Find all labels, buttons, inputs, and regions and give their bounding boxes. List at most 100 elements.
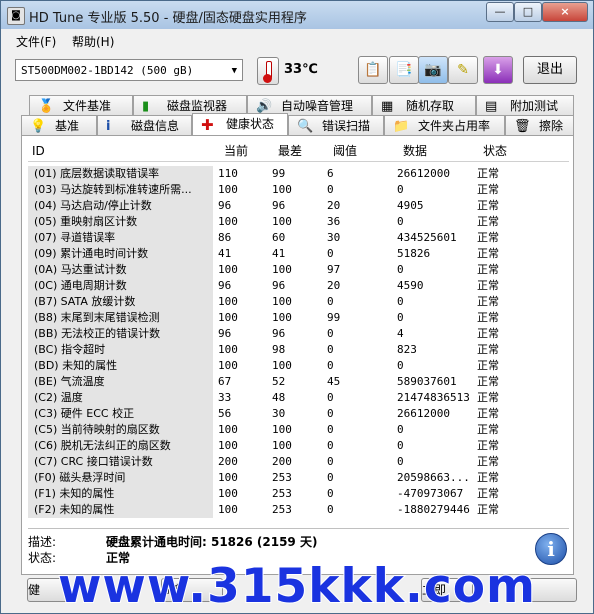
screenshot-button[interactable]: 📷 xyxy=(418,56,448,84)
menu-file[interactable]: 文件(F) xyxy=(16,33,56,50)
table-row[interactable]: (BB) 无法校正的错误计数 96 96 0 4 正常 xyxy=(28,326,569,342)
worst-value-cell: 100 xyxy=(272,359,292,372)
temperature-readout: 33℃ xyxy=(284,62,318,77)
current-value-cell: 100 xyxy=(218,439,238,452)
table-row[interactable]: (04) 马达启动/停止计数 96 96 20 4905 正常 xyxy=(28,198,569,214)
status-cell: 正常 xyxy=(477,263,499,276)
tab-erase[interactable]: 🗑 擦除 xyxy=(505,115,574,135)
tab-label: 随机存取 xyxy=(406,99,455,113)
attribute-name-cell: (BD) 未知的属性 xyxy=(28,358,213,374)
tab-random-access[interactable]: ▦ 随机存取 xyxy=(372,95,476,115)
raw-data-cell: 0 xyxy=(397,423,404,436)
extra-tests-icon: ▤ xyxy=(485,99,498,114)
info-icon: i xyxy=(106,119,111,134)
worst-value-cell: 200 xyxy=(272,455,292,468)
header-id[interactable]: ID xyxy=(32,142,45,160)
exit-button[interactable]: 退出 xyxy=(523,56,577,84)
attribute-name-cell: (09) 累计通电时间计数 xyxy=(28,246,213,262)
table-row[interactable]: (03) 马达旋转到标准转速所需... 100 100 0 0 正常 xyxy=(28,182,569,198)
status-cell: 正常 xyxy=(477,215,499,228)
raw-data-cell: 0 xyxy=(397,295,404,308)
table-row[interactable]: (05) 重映射扇区计数 100 100 36 0 正常 xyxy=(28,214,569,230)
file-benchmark-icon: 🏅 xyxy=(38,99,55,114)
tab-file-benchmark[interactable]: 🏅 文件基准 xyxy=(29,95,133,115)
table-row[interactable]: (BD) 未知的属性 100 100 0 0 正常 xyxy=(28,358,569,374)
menu-help[interactable]: 帮助(H) xyxy=(72,33,114,50)
threshold-cell: 0 xyxy=(327,487,334,500)
worst-value-cell: 98 xyxy=(272,343,286,356)
status-cell: 正常 xyxy=(477,343,499,356)
copy-all-button[interactable]: 📑 xyxy=(389,56,419,84)
worst-value-cell: 41 xyxy=(272,247,286,260)
copy-button[interactable]: 📋 xyxy=(358,56,388,84)
drive-select[interactable]: ST500DM002-1BD142 (500 gB) ▼ xyxy=(15,59,243,81)
tab-benchmark[interactable]: 💡 基准 xyxy=(21,115,97,135)
tab-health[interactable]: ✚ 健康状态 xyxy=(192,113,288,135)
table-row[interactable]: (0C) 通电周期计数 96 96 20 4590 正常 xyxy=(28,278,569,294)
download-button[interactable]: ⬇ xyxy=(483,56,513,84)
table-row[interactable]: (C6) 脱机无法纠正的扇区数 100 100 0 0 正常 xyxy=(28,438,569,454)
threshold-cell: 0 xyxy=(327,247,334,260)
attribute-name-cell: (01) 底层数据读取错误率 xyxy=(28,166,213,182)
threshold-cell: 0 xyxy=(327,327,334,340)
worst-value-cell: 100 xyxy=(272,183,292,196)
tab-folder-usage[interactable]: 📁 文件夹占用率 xyxy=(384,115,505,135)
settings-button[interactable]: ✎ xyxy=(448,56,478,84)
current-value-cell: 100 xyxy=(218,359,238,372)
table-row[interactable]: (09) 累计通电时间计数 41 41 0 51826 正常 xyxy=(28,246,569,262)
table-row[interactable]: (F0) 磁头悬浮时间 100 253 0 20598663... 正常 xyxy=(28,470,569,486)
attribute-name-cell: (BB) 无法校正的错误计数 xyxy=(28,326,213,342)
threshold-cell: 0 xyxy=(327,503,334,516)
header-worst[interactable]: 最差 xyxy=(278,142,302,160)
table-row[interactable]: (C3) 硬件 ECC 校正 56 30 0 26612000 正常 xyxy=(28,406,569,422)
table-row[interactable]: (01) 底层数据读取错误率 110 99 6 26612000 正常 xyxy=(28,166,569,182)
threshold-cell: 99 xyxy=(327,311,341,324)
table-row[interactable]: (C2) 温度 33 48 0 21474836513 正常 xyxy=(28,390,569,406)
tab-disk-monitor[interactable]: ▮ 磁盘监视器 xyxy=(133,95,247,115)
table-row[interactable]: (07) 寻道错误率 86 60 30 434525601 正常 xyxy=(28,230,569,246)
header-current[interactable]: 当前 xyxy=(224,142,248,160)
tab-error-scan[interactable]: 🔍 错误扫描 xyxy=(288,115,384,135)
current-value-cell: 56 xyxy=(218,407,232,420)
attribute-name-cell: (C3) 硬件 ECC 校正 xyxy=(28,406,213,422)
attribute-name-cell: (BE) 气流温度 xyxy=(28,374,213,390)
table-row[interactable]: (B7) SATA 放缓计数 100 100 0 0 正常 xyxy=(28,294,569,310)
table-row[interactable]: (0A) 马达重试计数 100 100 97 0 正常 xyxy=(28,262,569,278)
table-row[interactable]: (C5) 当前待映射的扇区数 100 100 0 0 正常 xyxy=(28,422,569,438)
worst-value-cell: 96 xyxy=(272,199,286,212)
close-button[interactable]: × xyxy=(542,2,588,22)
worst-value-cell: 48 xyxy=(272,391,286,404)
current-value-cell: 100 xyxy=(218,183,238,196)
tab-noise-management[interactable]: 🔊 自动噪音管理 xyxy=(247,95,372,115)
raw-data-cell: 434525601 xyxy=(397,231,457,244)
tab-extra-tests[interactable]: ▤ 附加测试 xyxy=(476,95,574,115)
attribute-name-cell: (0A) 马达重试计数 xyxy=(28,262,213,278)
toolbar: ST500DM002-1BD142 (500 gB) ▼ 33℃ 📋 📑 📷 ✎… xyxy=(1,51,593,91)
threshold-cell: 0 xyxy=(327,183,334,196)
header-data[interactable]: 数据 xyxy=(403,142,427,160)
worst-value-cell: 99 xyxy=(272,167,286,180)
current-value-cell: 67 xyxy=(218,375,232,388)
table-row[interactable]: (B8) 末尾到末尾错误检测 100 100 99 0 正常 xyxy=(28,310,569,326)
table-row[interactable]: (BC) 指令超时 100 98 0 823 正常 xyxy=(28,342,569,358)
header-status[interactable]: 状态 xyxy=(483,142,507,160)
table-row[interactable]: (F1) 未知的属性 100 253 0 -470973067 正常 xyxy=(28,486,569,502)
maximize-button[interactable]: □ xyxy=(514,2,542,22)
attribute-name-cell: (F1) 未知的属性 xyxy=(28,486,213,502)
download-icon: ⬇ xyxy=(492,62,504,78)
threshold-cell: 45 xyxy=(327,375,341,388)
copy-all-icon: 📑 xyxy=(395,62,413,78)
table-row[interactable]: (C7) CRC 接口错误计数 200 200 0 0 正常 xyxy=(28,454,569,470)
status-cell: 正常 xyxy=(477,311,499,324)
threshold-cell: 0 xyxy=(327,471,334,484)
threshold-cell: 0 xyxy=(327,343,334,356)
raw-data-cell: -1880279446 xyxy=(397,503,470,516)
table-row[interactable]: (F2) 未知的属性 100 253 0 -1880279446 正常 xyxy=(28,502,569,518)
minimize-button[interactable]: — xyxy=(486,2,514,22)
header-threshold[interactable]: 阈值 xyxy=(333,142,357,160)
tab-label: 自动噪音管理 xyxy=(281,99,354,113)
tab-disk-info[interactable]: i 磁盘信息 xyxy=(97,115,192,135)
watermark-text: www.315kkk.com xyxy=(57,559,536,614)
description-label: 描述: xyxy=(28,535,57,549)
table-row[interactable]: (BE) 气流温度 67 52 45 589037601 正常 xyxy=(28,374,569,390)
